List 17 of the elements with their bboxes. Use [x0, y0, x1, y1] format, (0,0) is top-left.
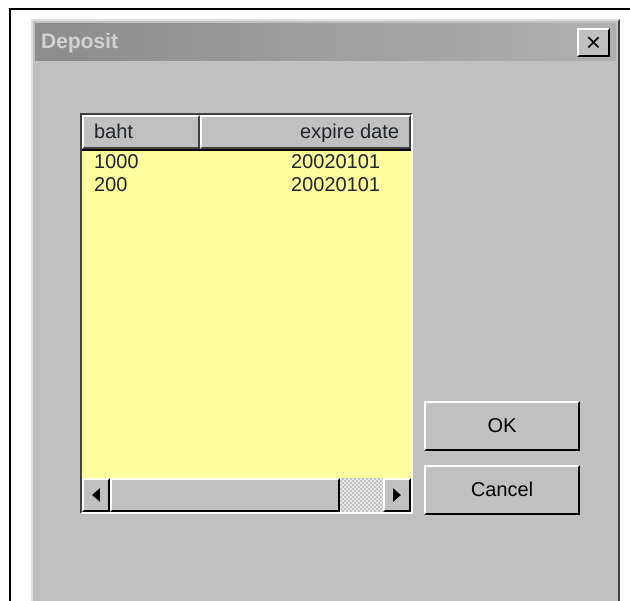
horizontal-scrollbar[interactable]: [82, 478, 411, 512]
list-cell-text: 1000: [93, 151, 140, 174]
scroll-thumb[interactable]: [110, 478, 340, 512]
scroll-right-button[interactable]: [383, 478, 411, 512]
column-header[interactable]: expire date: [200, 115, 411, 149]
column-header[interactable]: baht: [82, 115, 200, 149]
right-arrow-icon: [393, 488, 401, 502]
list-cell-text: 20020101: [290, 174, 380, 197]
list-cell-text: 200: [93, 174, 128, 197]
window-title: Deposit: [41, 29, 118, 56]
list-cell-text: 20020101: [290, 151, 380, 174]
list-view[interactable]: baht expire date 1000 20020101 200 20020101: [80, 113, 413, 514]
left-arrow-icon: [92, 488, 100, 502]
scroll-left-button[interactable]: [82, 478, 110, 512]
close-button[interactable]: ×: [577, 28, 610, 56]
cancel-button[interactable]: Cancel: [424, 465, 580, 515]
ok-button[interactable]: OK: [424, 401, 580, 451]
